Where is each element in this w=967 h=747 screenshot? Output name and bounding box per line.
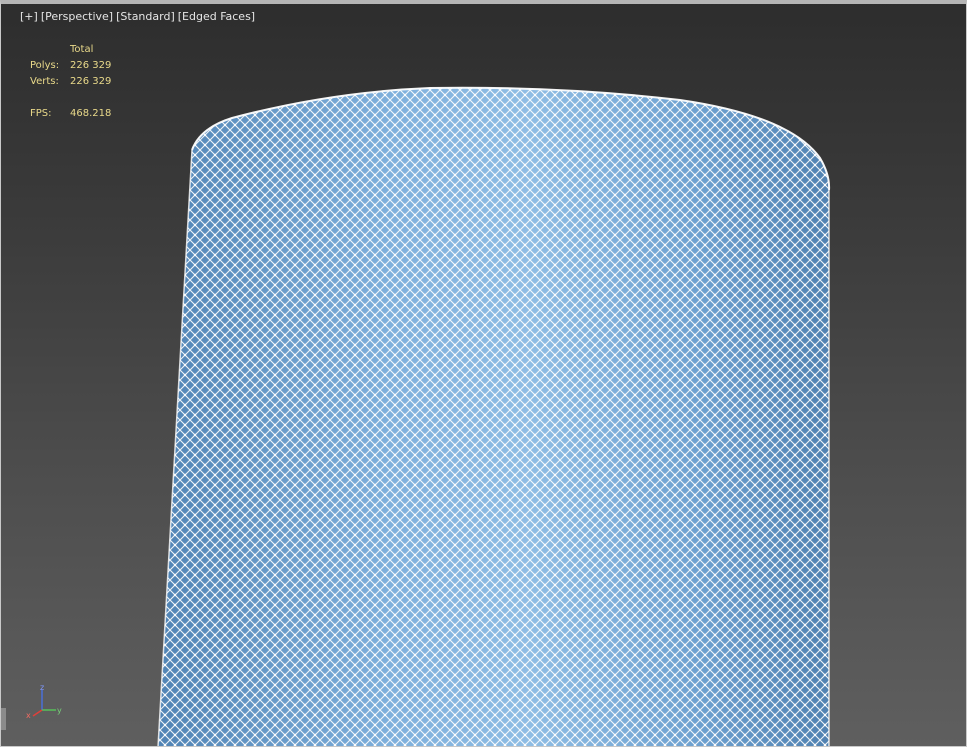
stats-polys-row: Polys: 226 329 bbox=[30, 58, 111, 74]
cylinder-mesh[interactable] bbox=[0, 0, 967, 747]
stats-polys-label: Polys: bbox=[30, 60, 60, 71]
viewport-edges-menu[interactable]: [Edged Faces] bbox=[178, 10, 255, 23]
viewport-view-menu[interactable]: [Perspective] bbox=[41, 10, 113, 23]
stats-verts-row: Verts: 226 329 bbox=[30, 74, 111, 90]
axis-z-label: z bbox=[40, 684, 44, 692]
stats-fps-value: 468.218 bbox=[70, 108, 112, 119]
perspective-viewport[interactable]: [+] [Perspective] [Standard] [Edged Face… bbox=[0, 0, 967, 747]
stats-verts-label: Verts: bbox=[30, 76, 59, 87]
axis-x-label: x bbox=[26, 711, 31, 720]
stats-verts-value: 226 329 bbox=[70, 76, 112, 87]
viewport-side-handle[interactable] bbox=[0, 708, 6, 730]
statistics-overlay: Total Polys: 226 329 Verts: 226 329 FPS:… bbox=[30, 42, 111, 122]
stats-fps-label: FPS: bbox=[30, 108, 52, 119]
viewport-shading-menu[interactable]: [Standard] bbox=[116, 10, 175, 23]
stats-header: Total bbox=[70, 44, 94, 55]
stats-polys-value: 226 329 bbox=[70, 60, 112, 71]
viewport-plus-menu[interactable]: [+] bbox=[20, 10, 38, 23]
stats-fps-row: FPS: 468.218 bbox=[30, 106, 111, 122]
axis-y-label: y bbox=[57, 706, 62, 715]
axis-tripod-icon: z y x bbox=[26, 684, 62, 720]
viewport-label-menu[interactable]: [+] [Perspective] [Standard] [Edged Face… bbox=[20, 10, 255, 23]
